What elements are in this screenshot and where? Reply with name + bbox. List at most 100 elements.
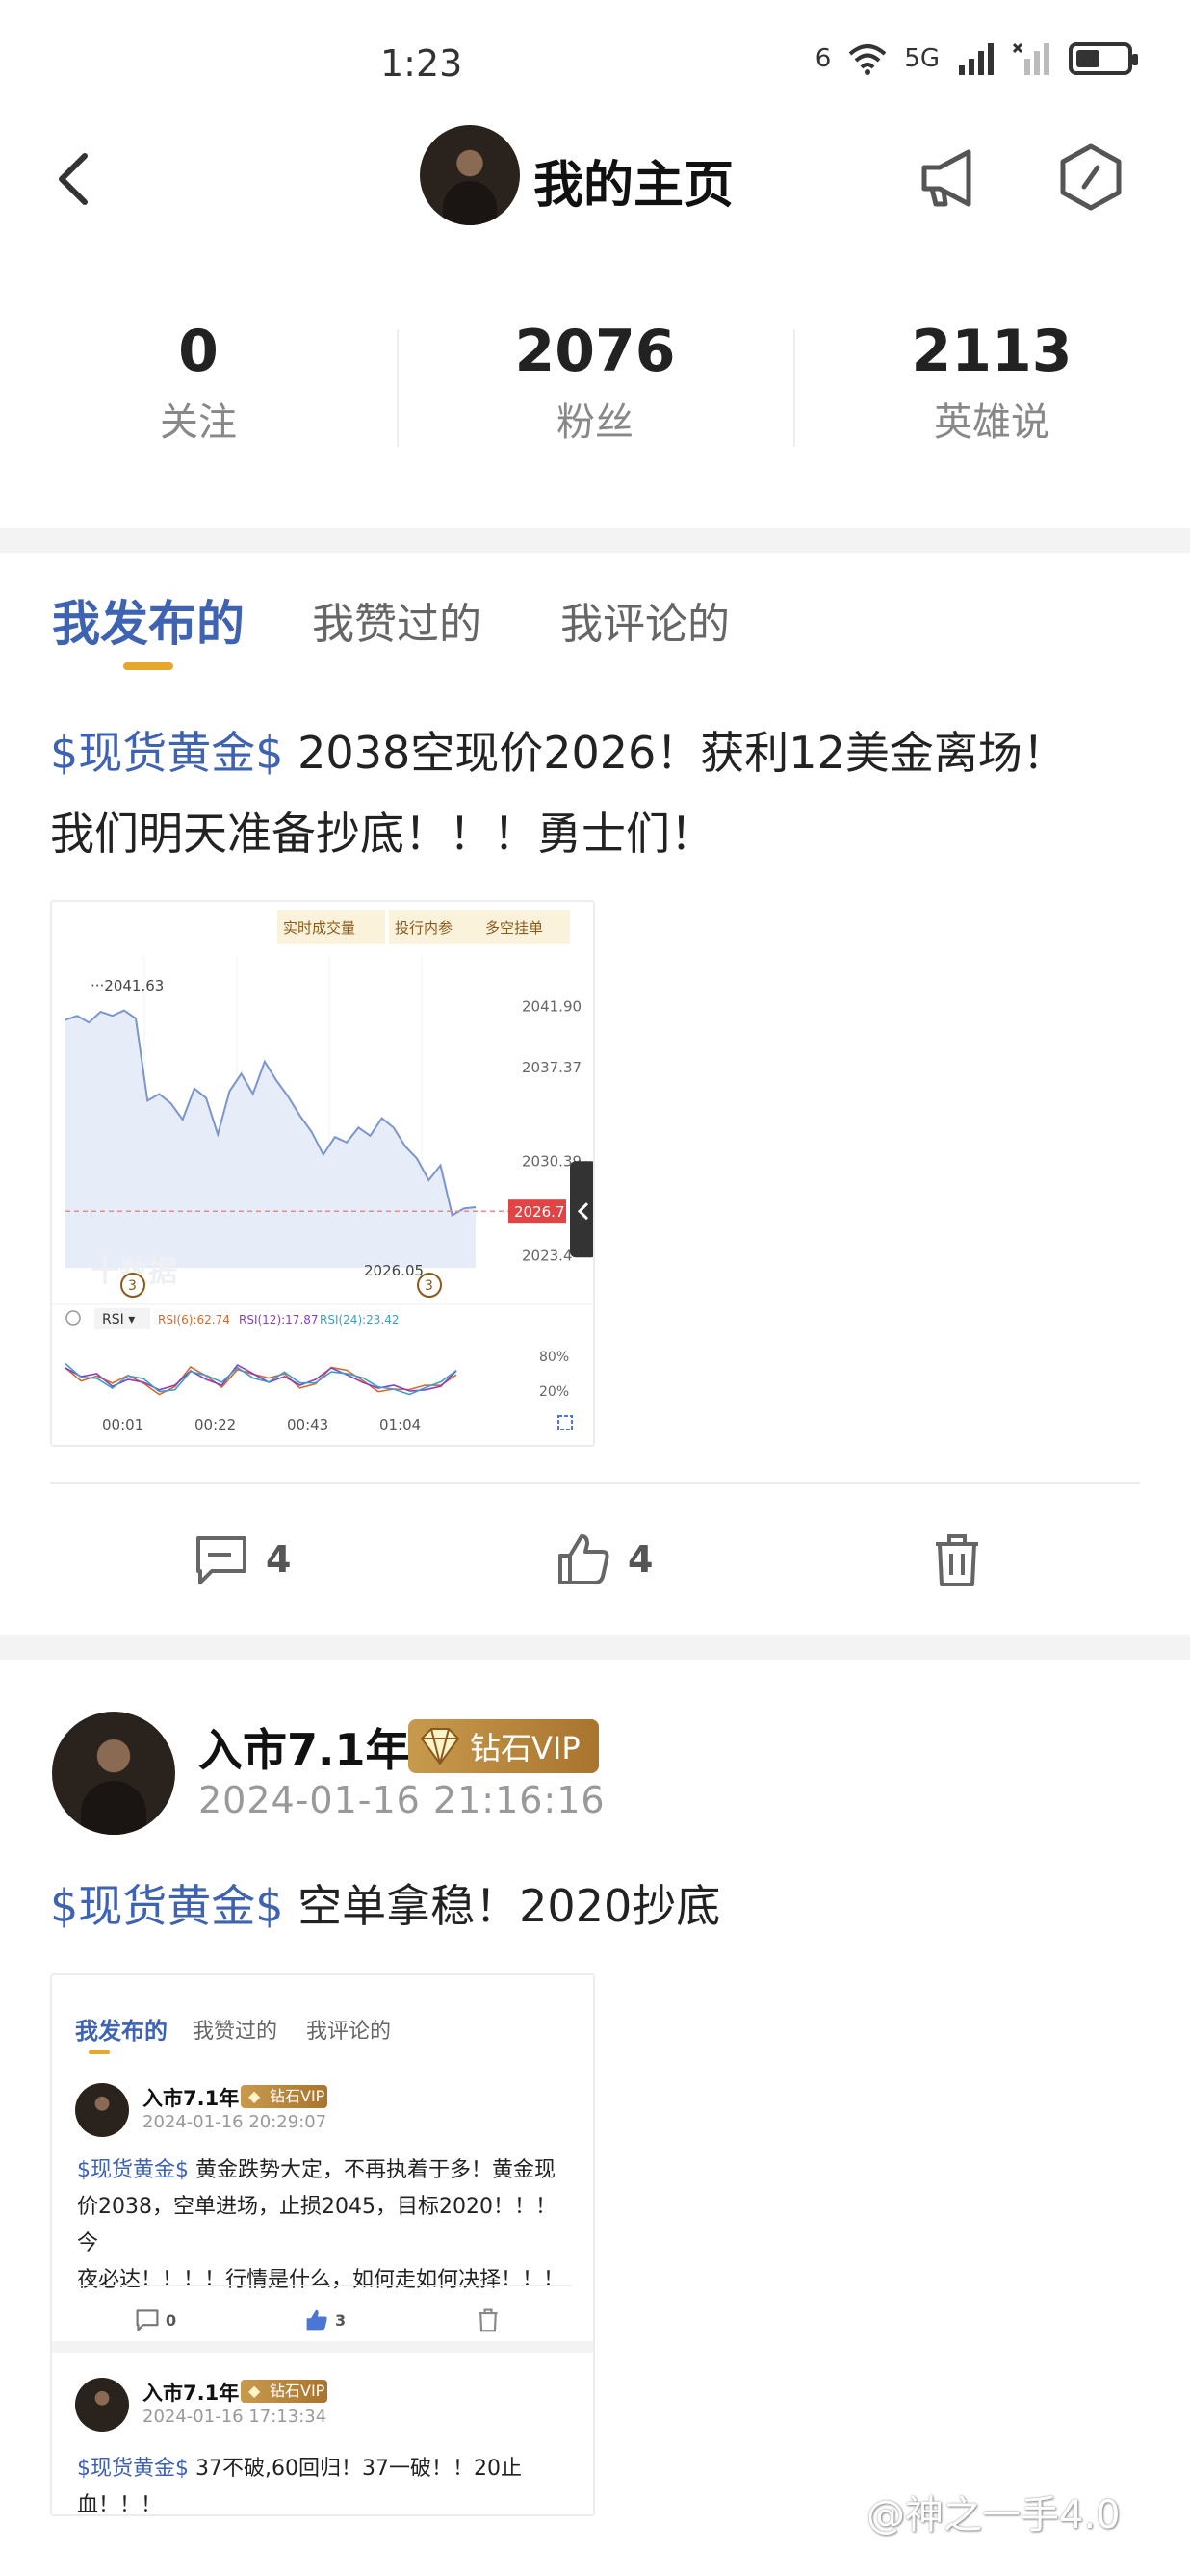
wifi-icon xyxy=(848,44,887,75)
embed-post-text: $现货黄金$ 37不破,60回归！37一破！！20止血！！！ xyxy=(77,2451,572,2514)
thumbs-up-icon xyxy=(306,2309,327,2331)
stock-tag[interactable]: $现货黄金$ xyxy=(50,1880,284,1932)
embed-avatar xyxy=(75,2378,129,2432)
indicator-select: RSI ▾ xyxy=(102,1312,135,1327)
header: 我的主页 xyxy=(0,125,1190,241)
tab-liked[interactable]: 我赞过的 xyxy=(312,589,481,651)
stat-label: 英雄说 xyxy=(934,400,1049,445)
embed-avatar xyxy=(75,2083,129,2137)
y-tick-label: 2023.4 xyxy=(522,1247,573,1264)
megaphone-icon[interactable] xyxy=(918,146,982,210)
embed-section-divider xyxy=(52,2341,593,2353)
x-tick-label: 00:22 xyxy=(194,1416,236,1433)
post-text-line2: 我们明天准备抄底！！！勇士们！ xyxy=(50,808,714,860)
like-button[interactable]: 4 xyxy=(555,1531,653,1588)
rsi-legend-label: RSI(24):23.42 xyxy=(320,1313,400,1327)
author-name[interactable]: 入市7.1年 xyxy=(198,1715,410,1779)
event-marker-label: 3 xyxy=(128,1278,137,1294)
stat-label: 粉丝 xyxy=(556,400,634,445)
x-tick-label: 00:01 xyxy=(102,1416,143,1433)
battery-icon xyxy=(1069,42,1138,75)
embed-vip-badge: 钻石VIP xyxy=(241,2085,327,2108)
post-text[interactable]: $现货黄金$ 空单拿稳！2020抄底 xyxy=(50,1866,1157,1946)
vip-badge: 钻石VIP xyxy=(408,1719,599,1773)
post-timestamp: 2024-01-16 21:16:16 xyxy=(198,1779,606,1821)
event-marker-label: 3 xyxy=(425,1278,433,1294)
trash-icon xyxy=(936,1534,978,1586)
signal-label-6: 6 xyxy=(815,44,832,73)
embed-stock-tag: $现货黄金$ xyxy=(77,2158,189,2182)
stat-label: 关注 xyxy=(160,400,237,445)
settings-hexagon-icon[interactable] xyxy=(1057,142,1125,212)
divider xyxy=(50,1482,1140,1484)
page-title: 我的主页 xyxy=(533,157,735,215)
stat-value: 0 xyxy=(178,318,219,385)
like-count: 4 xyxy=(628,1538,654,1581)
high-label: ···2041.63 xyxy=(91,977,164,994)
stat-following[interactable]: 0 关注 xyxy=(0,318,397,462)
post-text[interactable]: $现货黄金$ 2038空现价2026！获利12美金离场！ 我们明天准备抄底！！！… xyxy=(50,712,1157,874)
embed-like-count: 3 xyxy=(335,2310,347,2330)
price-chart: 实时成交量 投行内参 多空挂单 2041.902037.372030.392023.… xyxy=(52,902,593,1445)
chart-tab-label: 投行内参 xyxy=(395,919,453,937)
tab-active-indicator xyxy=(123,662,173,670)
comment-icon xyxy=(196,1536,246,1584)
cell-signal-icon xyxy=(959,43,994,75)
stat-value: 2076 xyxy=(514,318,676,385)
tab-published[interactable]: 我发布的 xyxy=(52,585,245,655)
embed-tab-indicator xyxy=(89,2050,110,2054)
embed-text-l1: 黄金跌势大定，不再执着于多！黄金现 xyxy=(189,2158,556,2182)
stock-tag[interactable]: $现货黄金$ xyxy=(50,727,284,779)
comment-icon xyxy=(136,2309,159,2331)
comment-button[interactable]: 4 xyxy=(193,1531,291,1588)
embed-like: 3 xyxy=(304,2307,346,2332)
screenshot-image[interactable]: 我发布的 我赞过的 我评论的 入市7.1年 钻石VIP 2024-01-16 2… xyxy=(50,1973,595,2516)
stat-value: 2113 xyxy=(911,318,1073,385)
section-divider xyxy=(0,1635,1190,1660)
section-divider xyxy=(0,528,1190,553)
status-icons: 6 5G xyxy=(815,42,1138,75)
avatar[interactable] xyxy=(420,125,520,225)
y-tick-label: 2041.90 xyxy=(522,997,582,1015)
embed-delete xyxy=(476,2307,501,2332)
rsi-legend-label: RSI(12):17.87 xyxy=(239,1313,319,1327)
chart-tab-label: 实时成交量 xyxy=(283,919,355,937)
embed-post-time: 2024-01-16 17:13:34 xyxy=(142,2407,327,2427)
cell-signal-off-icon xyxy=(1013,42,1049,75)
embed-text-l2: 价2038，空单进场，止损2045，目标2020！！！今 xyxy=(77,2195,556,2255)
embed-comment-count: 0 xyxy=(166,2310,177,2330)
x-tick-label: 00:43 xyxy=(287,1416,328,1433)
profile-stats: 0 关注 2076 粉丝 2113 英雄说 xyxy=(0,318,1190,462)
post-text-line1: 2038空现价2026！获利12美金离场！ xyxy=(283,727,1067,779)
current-price-label: 2026.7 xyxy=(514,1203,565,1221)
embed-post-text: $现货黄金$ 黄金跌势大定，不再执着于多！黄金现 价2038，空单进场，止损20… xyxy=(77,2152,572,2299)
stat-followers[interactable]: 2076 粉丝 xyxy=(397,318,793,462)
embed-text-l3: 夜必达！！！！行情是什么，如何走如何决择！！！ xyxy=(77,2268,565,2292)
x-tick-label: 01:04 xyxy=(379,1416,421,1433)
embed-tab-published: 我发布的 xyxy=(75,2018,168,2045)
status-bar: 1:23 6 5G xyxy=(0,0,1190,125)
embed-vip-badge: 钻石VIP xyxy=(241,2380,327,2403)
delete-button[interactable] xyxy=(928,1531,986,1588)
embed-author-name: 入市7.1年 xyxy=(142,2087,240,2110)
post-text-body: 空单拿稳！2020抄底 xyxy=(283,1880,721,1932)
tab-commented[interactable]: 我评论的 xyxy=(560,589,730,651)
thumbs-up-icon xyxy=(558,1534,609,1584)
rsi-tick-label: 20% xyxy=(539,1384,569,1400)
watermark: @神之一手4.0 xyxy=(867,2493,1121,2537)
embed-divider xyxy=(77,2285,572,2286)
embed-author-name: 入市7.1年 xyxy=(142,2382,240,2405)
stat-posts[interactable]: 2113 英雄说 xyxy=(793,318,1190,462)
embed-stock-tag: $现货黄金$ xyxy=(77,2457,189,2481)
chart-image[interactable]: 实时成交量 投行内参 多空挂单 2041.90 2037.37 2030.39 2023.… xyxy=(50,900,595,1447)
author-avatar[interactable] xyxy=(52,1712,175,1835)
back-icon[interactable] xyxy=(48,150,106,208)
diamond-icon xyxy=(420,1728,460,1765)
tab-bar: 我发布的 我赞过的 我评论的 xyxy=(0,578,1190,674)
comment-count: 4 xyxy=(266,1538,292,1581)
signal-label-5g: 5G xyxy=(904,44,940,73)
rsi-legend-label: RSI(6):62.74 xyxy=(158,1313,230,1327)
embed-tab-liked: 我赞过的 xyxy=(193,2020,278,2044)
embed-comment: 0 xyxy=(135,2307,176,2332)
status-time: 1:23 xyxy=(380,42,463,85)
